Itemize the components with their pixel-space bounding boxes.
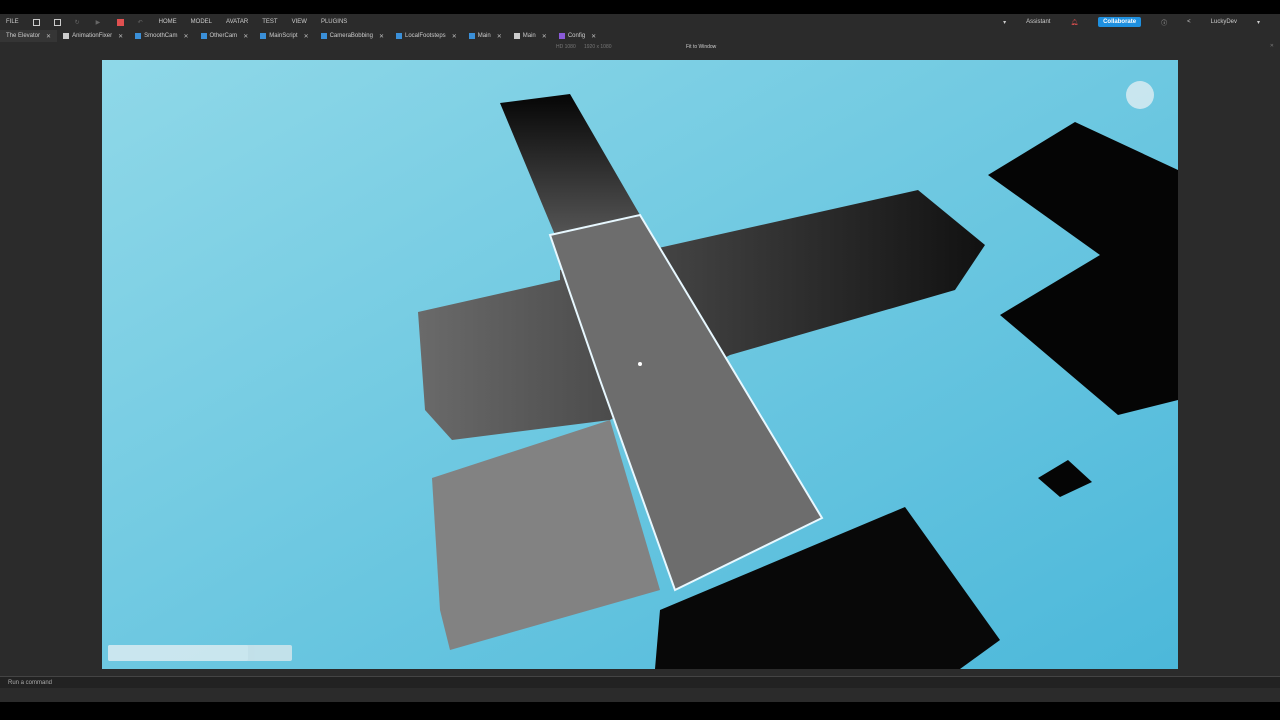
command-bar[interactable]: Run a command [0,676,1280,688]
close-icon[interactable]: ✕ [497,33,502,40]
localscript-icon [468,33,475,39]
status-bar [0,688,1280,702]
tab-main-2[interactable]: Main ✕ [508,30,553,42]
undo-icon[interactable]: ↶ [138,19,145,26]
menu-avatar[interactable]: AVATAR [226,19,248,25]
menu-bar: FILE ↻ ▶ ↶ HOME MODEL AVATAR TEST VIEW P… [0,14,1280,30]
tab-the-elevator[interactable]: The Elevator ✕ [0,30,58,42]
tab-label: LocalFootsteps [404,33,446,39]
tab-camerabobbing[interactable]: CameraBobbing ✕ [315,30,390,42]
tab-label: AnimationFixer [72,33,113,39]
close-icon[interactable]: ✕ [591,33,596,40]
localscript-icon [320,33,327,39]
tab-smoothcam[interactable]: SmoothCam ✕ [129,30,194,42]
menu-test[interactable]: TEST [262,19,277,25]
tab-animationfixer[interactable]: AnimationFixer ✕ [57,30,129,42]
close-icon[interactable]: ✕ [183,33,188,40]
fit-dropdown[interactable]: Fit to Window [686,44,716,50]
tab-label: SmoothCam [144,33,178,39]
close-icon[interactable]: ✕ [1270,43,1274,49]
redo-icon[interactable]: ↻ [75,19,82,26]
script-icon [63,33,70,39]
tab-localfootsteps[interactable]: LocalFootsteps ✕ [390,30,463,42]
script-icon [513,33,520,39]
help-icon[interactable]: ⓘ [1161,18,1167,27]
resolution-label[interactable]: 1920 x 1080 [584,44,612,50]
close-icon[interactable]: ✕ [243,33,248,40]
tab-mainscript[interactable]: MainScript ✕ [254,30,314,42]
device-label[interactable]: HD 1080 [556,44,576,50]
play-icon[interactable]: ▶ [96,19,103,26]
tab-label: The Elevator [6,33,41,39]
localscript-icon [395,33,402,39]
stop-icon[interactable] [116,18,124,26]
tab-label: CameraBobbing [329,33,373,39]
close-icon[interactable]: ✕ [452,33,457,40]
save-icon[interactable] [53,18,61,26]
close-icon[interactable]: ✕ [304,33,309,40]
chevron-down-icon[interactable]: ▾ [1003,19,1006,26]
game-viewport[interactable] [102,60,1178,669]
scene[interactable] [102,60,1178,669]
chevron-down-icon[interactable]: ▾ [1257,19,1260,26]
tab-label: Config [567,33,586,39]
localscript-icon [260,33,267,39]
tab-othercam[interactable]: OtherCam ✕ [195,30,255,42]
assistant-button[interactable]: Assistant [1026,19,1050,25]
tab-label: MainScript [269,33,298,39]
command-input[interactable]: Run a command [8,680,52,686]
menu-model[interactable]: MODEL [191,19,212,25]
tab-label: OtherCam [209,33,238,39]
center-dot [638,362,642,366]
tab-main[interactable]: Main ✕ [463,30,508,42]
notification-icon[interactable]: 🔔︎ [1070,19,1078,26]
localscript-icon [200,33,207,39]
close-icon[interactable]: ✕ [542,33,547,40]
tab-label: Main [522,33,536,39]
tab-config[interactable]: Config ✕ [553,30,602,42]
progress-fill [108,645,248,661]
close-icon[interactable]: ✕ [46,33,51,40]
localscript-icon [135,33,142,39]
tab-label: Main [477,33,491,39]
user-menu[interactable]: LuckyDev [1211,19,1237,25]
modulescript-icon [558,33,565,39]
new-file-icon[interactable] [32,18,40,26]
tab-bar: The Elevator ✕ AnimationFixer ✕ SmoothCam ✕… [0,30,1280,42]
share-icon[interactable]: < [1187,19,1191,25]
collaborate-button[interactable]: Collaborate [1098,17,1142,27]
menu-plugins[interactable]: PLUGINS [321,19,347,25]
close-icon[interactable]: ✕ [379,33,384,40]
menu-home[interactable]: HOME [159,19,177,25]
viewport-toolbar: HD 1080 1920 x 1080 Fit to Window ✕ [0,42,1280,52]
close-icon[interactable]: ✕ [118,33,123,40]
file-menu[interactable]: FILE [6,19,19,25]
progress-bar [108,645,292,661]
menu-view[interactable]: VIEW [292,19,307,25]
view-cube [1126,81,1154,109]
